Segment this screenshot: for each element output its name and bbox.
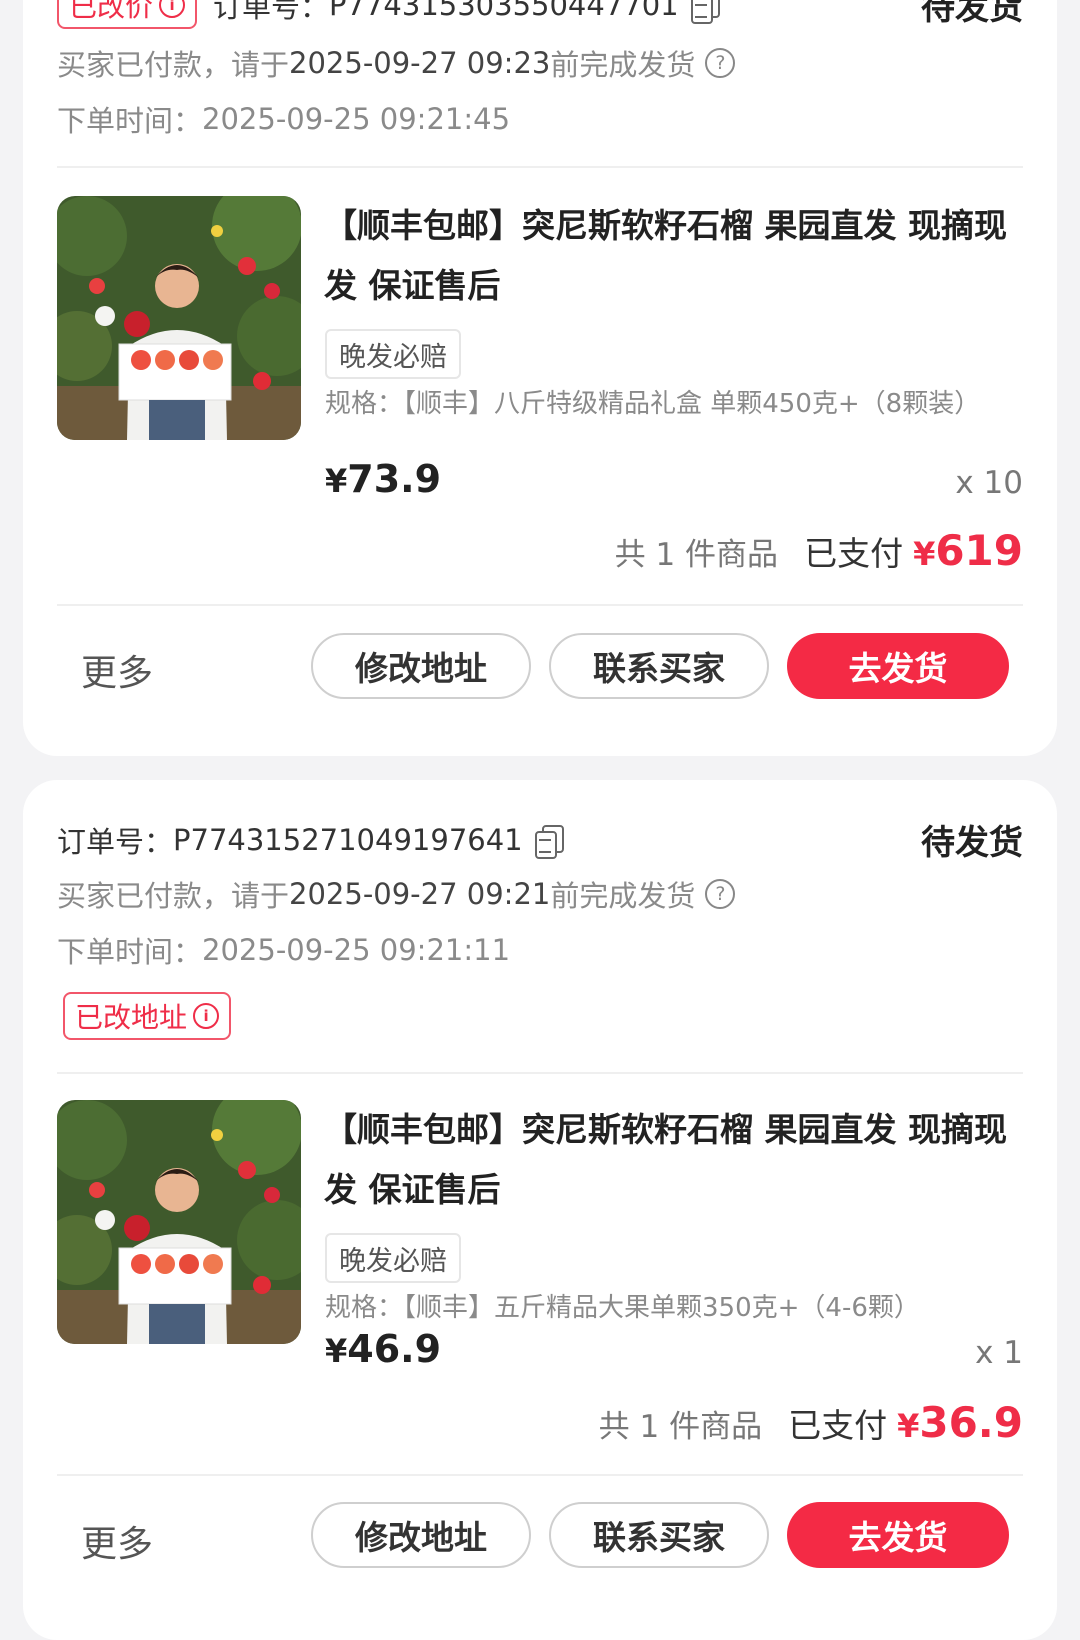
- quantity: x 1: [975, 1335, 1023, 1371]
- product-spec: 规格：【顺丰】八斤特级精品礼盒 单颗450克+（8颗装）: [325, 389, 981, 419]
- contact-buyer-button[interactable]: 联系买家: [549, 1502, 769, 1568]
- help-icon[interactable]: ?: [705, 879, 736, 909]
- help-icon[interactable]: ?: [705, 48, 736, 78]
- order-number-value: P774315303550447701: [329, 0, 679, 22]
- currency-symbol: ¥: [913, 535, 936, 573]
- ship-deadline: 买家已付款，请于 2025-09-27 09:23 前完成发货 ?: [57, 42, 736, 84]
- unit-price: ¥73.9: [325, 457, 441, 501]
- order-time: 下单时间： 2025-09-25 09:21:11: [57, 929, 510, 971]
- product-image[interactable]: [57, 1100, 301, 1344]
- product-title[interactable]: 【顺丰包邮】突尼斯软籽石榴 果园直发 现摘现发 保证售后: [324, 196, 1014, 316]
- order-status: 待发货: [921, 0, 1023, 28]
- more-button[interactable]: 更多: [81, 1515, 153, 1567]
- paid-amount: ¥36.9: [897, 1398, 1023, 1447]
- more-button[interactable]: 更多: [81, 644, 153, 696]
- ship-deadline: 买家已付款，请于 2025-09-27 09:21 前完成发货 ?: [57, 873, 736, 915]
- order-card: 已改价 i 订单号： P774315303550447701 待发货 买家已付款…: [23, 0, 1057, 756]
- modify-address-button[interactable]: 修改地址: [311, 1502, 531, 1568]
- divider: [57, 1072, 1023, 1074]
- paid-amount: ¥619: [913, 526, 1023, 575]
- currency-symbol: ¥: [325, 1332, 348, 1370]
- copy-icon[interactable]: [690, 0, 720, 24]
- order-summary: 共 1 件商品 已支付 ¥36.9: [599, 1398, 1023, 1447]
- order-number-label: 订单号：: [213, 0, 330, 24]
- unit-price-value: 46.9: [347, 1327, 442, 1371]
- ship-button[interactable]: 去发货: [787, 1502, 1009, 1568]
- address-changed-label: 已改地址: [75, 1001, 188, 1034]
- product-title[interactable]: 【顺丰包邮】突尼斯软籽石榴 果园直发 现摘现发 保证售后: [324, 1100, 1014, 1220]
- order-header: 订单号： P774315271049197641 待发货: [57, 815, 1023, 864]
- unit-price-value: 73.9: [347, 457, 442, 501]
- order-number: 订单号： P774315271049197641: [57, 819, 564, 861]
- quantity: x 10: [955, 465, 1023, 501]
- divider: [57, 604, 1023, 606]
- ship-deadline-suffix: 前完成发货: [550, 879, 696, 913]
- paid-label: 已支付: [804, 534, 904, 573]
- item-count: 共 1 件商品: [614, 537, 779, 573]
- ship-deadline-time: 2025-09-27 09:23: [289, 46, 551, 80]
- paid-amount-value: 619: [935, 526, 1023, 575]
- order-time-value: 2025-09-25 09:21:45: [202, 102, 511, 136]
- paid-amount-value: 36.9: [919, 1398, 1023, 1447]
- order-time-label: 下单时间：: [57, 935, 203, 969]
- paid-label: 已支付: [788, 1406, 888, 1445]
- order-number-value: P774315271049197641: [173, 822, 523, 857]
- currency-symbol: ¥: [897, 1407, 920, 1445]
- divider: [57, 1474, 1023, 1476]
- address-changed-tag[interactable]: 已改地址 i: [63, 992, 232, 1040]
- product-spec: 规格：【顺丰】五斤精品大果单颗350克+（4-6颗）: [325, 1293, 920, 1323]
- item-count: 共 1 件商品: [598, 1409, 763, 1445]
- price-changed-tag[interactable]: 已改价 i: [57, 0, 198, 29]
- late-ship-compensation-tag: 晚发必赔: [325, 329, 461, 379]
- currency-symbol: ¥: [325, 462, 348, 500]
- ship-deadline-prefix: 买家已付款，请于: [57, 48, 290, 82]
- product-image[interactable]: [57, 196, 301, 440]
- info-icon: i: [193, 1003, 220, 1029]
- price-changed-label: 已改价: [69, 0, 154, 23]
- order-card: 订单号： P774315271049197641 待发货 买家已付款，请于 20…: [23, 780, 1057, 1640]
- order-time-value: 2025-09-25 09:21:11: [202, 933, 511, 967]
- order-number: 订单号： P774315303550447701: [213, 0, 720, 26]
- contact-buyer-button[interactable]: 联系买家: [549, 633, 769, 699]
- order-summary: 共 1 件商品 已支付 ¥619: [615, 526, 1023, 575]
- order-time: 下单时间： 2025-09-25 09:21:45: [57, 98, 510, 140]
- order-status: 待发货: [921, 823, 1023, 863]
- late-ship-compensation-tag: 晚发必赔: [325, 1233, 461, 1283]
- ship-deadline-suffix: 前完成发货: [550, 48, 696, 82]
- unit-price: ¥46.9: [325, 1327, 441, 1371]
- divider: [57, 166, 1023, 168]
- order-header: 已改价 i 订单号： P774315303550447701 待发货: [57, 0, 1023, 29]
- info-icon: i: [159, 0, 186, 18]
- order-time-label: 下单时间：: [57, 104, 203, 138]
- ship-button[interactable]: 去发货: [787, 633, 1009, 699]
- ship-deadline-time: 2025-09-27 09:21: [289, 877, 551, 911]
- order-number-label: 订单号：: [57, 824, 174, 859]
- copy-icon[interactable]: [534, 824, 564, 859]
- ship-deadline-prefix: 买家已付款，请于: [57, 879, 290, 913]
- modify-address-button[interactable]: 修改地址: [311, 633, 531, 699]
